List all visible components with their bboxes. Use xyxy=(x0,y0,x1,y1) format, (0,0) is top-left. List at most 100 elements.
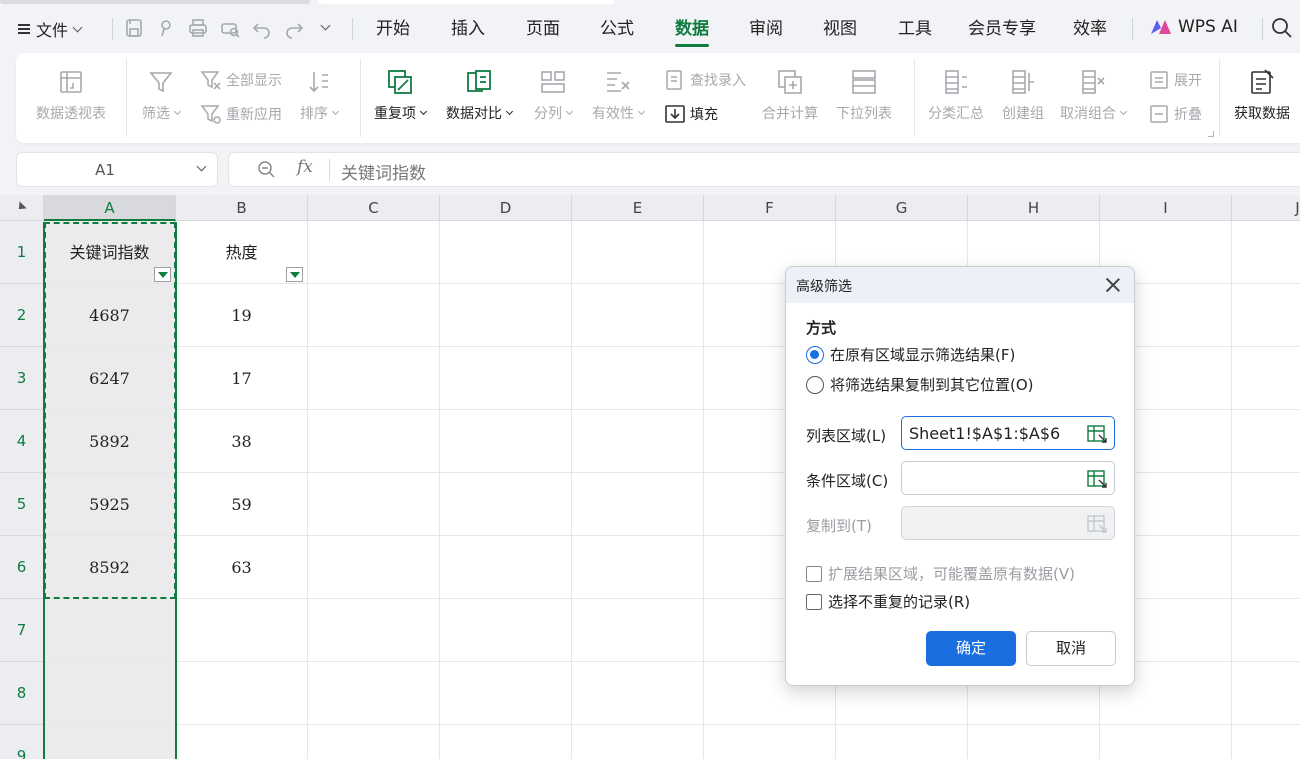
filter-dropdown-icon[interactable] xyxy=(154,267,171,282)
cell-e5[interactable] xyxy=(572,473,704,536)
ungroup-button[interactable]: 取消组合 xyxy=(1060,67,1128,123)
search-icon[interactable] xyxy=(1270,16,1294,40)
cell-d2[interactable] xyxy=(440,284,572,347)
cell-d8[interactable] xyxy=(440,662,572,725)
cell-c4[interactable] xyxy=(308,410,440,473)
cell-b8[interactable] xyxy=(176,662,308,725)
extend-results-checkbox[interactable]: 扩展结果区域，可能覆盖原有数据(V) xyxy=(806,563,1075,584)
reapply-button[interactable]: 重新应用 xyxy=(200,103,282,125)
subtotal-button[interactable]: 分类汇总 xyxy=(928,67,984,123)
lookup-entry-button[interactable]: 查找录入 xyxy=(664,69,746,91)
cell-j9[interactable] xyxy=(1232,725,1300,759)
filter-button[interactable]: 筛选 xyxy=(142,67,182,123)
undo-icon[interactable] xyxy=(250,16,274,40)
cell-j6[interactable] xyxy=(1232,536,1300,599)
wps-ai-button[interactable]: WPS AI xyxy=(1150,17,1238,37)
cell-e7[interactable] xyxy=(572,599,704,662)
duplicates-button[interactable]: 重复项 xyxy=(374,67,428,123)
tab-data[interactable]: 数据 xyxy=(675,17,709,47)
tab-view[interactable]: 视图 xyxy=(823,17,857,41)
cell-e4[interactable] xyxy=(572,410,704,473)
tab-tools[interactable]: 工具 xyxy=(898,17,932,41)
cell-e2[interactable] xyxy=(572,284,704,347)
row-header-5[interactable]: 5 xyxy=(0,473,44,536)
formula-content[interactable]: 关键词指数 xyxy=(341,159,426,184)
column-header-e[interactable]: E xyxy=(572,195,704,221)
cell-j5[interactable] xyxy=(1232,473,1300,536)
cell-d5[interactable] xyxy=(440,473,572,536)
cell-j8[interactable] xyxy=(1232,662,1300,725)
cell-c1[interactable] xyxy=(308,221,440,284)
fill-button[interactable]: 填充 xyxy=(664,103,722,125)
cell-a5[interactable]: 5925 xyxy=(44,473,176,536)
dropdown-list-button[interactable]: 下拉列表 xyxy=(836,67,892,123)
cell-c7[interactable] xyxy=(308,599,440,662)
cell-c3[interactable] xyxy=(308,347,440,410)
tab-member[interactable]: 会员专享 xyxy=(968,17,1036,41)
cell-a9[interactable] xyxy=(44,725,176,759)
cell-a4[interactable]: 5892 xyxy=(44,410,176,473)
column-header-h[interactable]: H xyxy=(968,195,1100,221)
expand-button[interactable]: 展开 xyxy=(1148,69,1202,91)
cell-f9[interactable] xyxy=(704,725,836,759)
document-tab-active[interactable] xyxy=(318,0,614,4)
radio-copy-to-location[interactable]: 将筛选结果复制到其它位置(O) xyxy=(806,374,1034,395)
checkbox-unchecked-icon[interactable] xyxy=(806,593,822,610)
column-header-c[interactable]: C xyxy=(308,195,440,221)
tab-formula[interactable]: 公式 xyxy=(600,17,634,41)
cell-e6[interactable] xyxy=(572,536,704,599)
cell-b6[interactable]: 63 xyxy=(176,536,308,599)
range-select-icon[interactable] xyxy=(1086,468,1108,490)
column-header-b[interactable]: B xyxy=(176,195,308,221)
cell-j4[interactable] xyxy=(1232,410,1300,473)
ribbon-group-launcher-icon[interactable] xyxy=(1208,131,1214,137)
column-header-j[interactable]: J xyxy=(1232,195,1300,221)
criteria-range-input[interactable] xyxy=(901,461,1115,495)
cell-d4[interactable] xyxy=(440,410,572,473)
fx-icon[interactable]: fx xyxy=(297,157,313,177)
quick-access-more-icon[interactable] xyxy=(316,20,336,40)
column-header-f[interactable]: F xyxy=(704,195,836,221)
cell-c6[interactable] xyxy=(308,536,440,599)
create-group-button[interactable]: 创建组 xyxy=(1002,67,1044,123)
radio-filter-in-place[interactable]: 在原有区域显示筛选结果(F) xyxy=(806,344,1015,365)
show-all-button[interactable]: 全部显示 xyxy=(200,69,282,91)
cell-d7[interactable] xyxy=(440,599,572,662)
sort-button[interactable]: 排序 xyxy=(300,67,340,123)
print-preview-icon[interactable] xyxy=(218,16,242,40)
cell-c8[interactable] xyxy=(308,662,440,725)
cell-d3[interactable] xyxy=(440,347,572,410)
tab-page[interactable]: 页面 xyxy=(526,17,560,41)
radio-unchecked-icon[interactable] xyxy=(806,375,824,394)
cell-a7[interactable] xyxy=(44,599,176,662)
cell-j3[interactable] xyxy=(1232,347,1300,410)
cell-e8[interactable] xyxy=(572,662,704,725)
collapse-button[interactable]: 折叠 xyxy=(1148,103,1202,125)
cell-j1[interactable] xyxy=(1232,221,1300,284)
row-header-3[interactable]: 3 xyxy=(0,347,44,410)
close-icon[interactable] xyxy=(1104,276,1122,294)
cell-j2[interactable] xyxy=(1232,284,1300,347)
cell-a6[interactable]: 8592 xyxy=(44,536,176,599)
cell-e9[interactable] xyxy=(572,725,704,759)
file-menu-button[interactable]: 文件 xyxy=(18,18,83,40)
cell-c9[interactable] xyxy=(308,725,440,759)
consolidate-button[interactable]: 合并计算 xyxy=(762,67,818,123)
unique-records-checkbox[interactable]: 选择不重复的记录(R) xyxy=(806,591,970,612)
cell-b5[interactable]: 59 xyxy=(176,473,308,536)
range-select-icon[interactable] xyxy=(1086,423,1108,445)
cell-g9[interactable] xyxy=(836,725,968,759)
print-icon[interactable] xyxy=(186,16,210,40)
row-header-7[interactable]: 7 xyxy=(0,599,44,662)
validity-button[interactable]: 有效性 xyxy=(592,67,646,123)
cancel-button[interactable]: 取消 xyxy=(1026,631,1116,666)
cell-c2[interactable] xyxy=(308,284,440,347)
column-header-d[interactable]: D xyxy=(440,195,572,221)
tab-efficiency[interactable]: 效率 xyxy=(1073,17,1107,41)
row-header-6[interactable]: 6 xyxy=(0,536,44,599)
pivot-table-button[interactable]: 数据透视表 xyxy=(36,67,106,123)
cell-c5[interactable] xyxy=(308,473,440,536)
row-header-8[interactable]: 8 xyxy=(0,662,44,725)
name-box[interactable]: A1 xyxy=(16,152,218,187)
split-column-button[interactable]: 分列 xyxy=(534,67,574,123)
